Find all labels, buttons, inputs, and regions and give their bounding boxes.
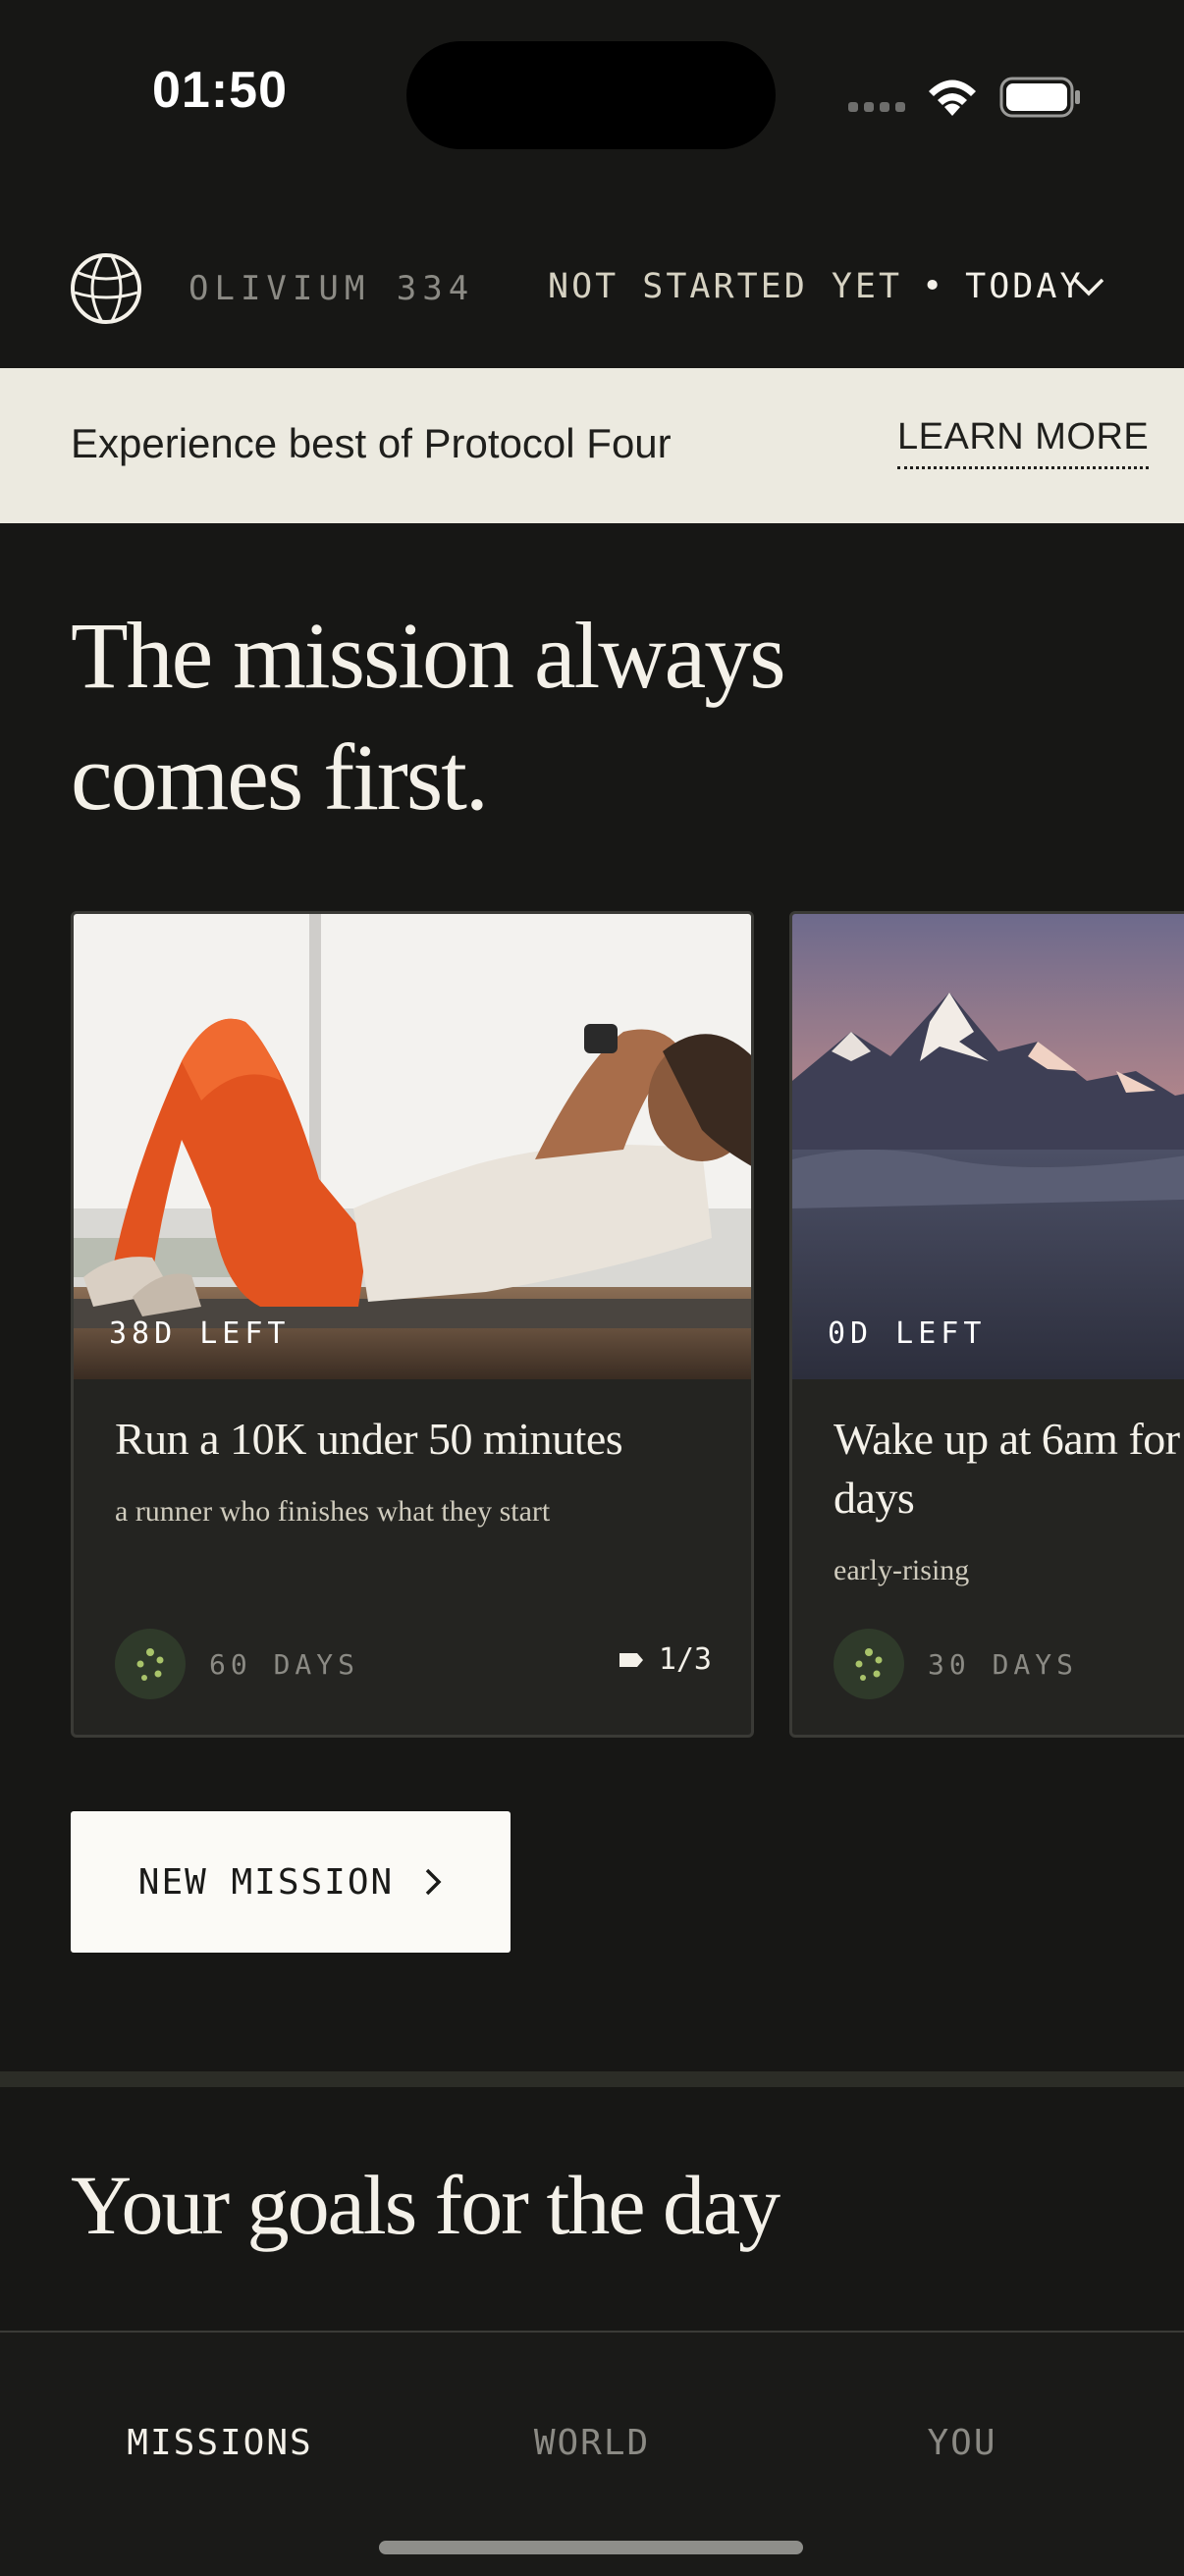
mission-duration: 30 DAYS bbox=[928, 1648, 1079, 1681]
learn-more-link[interactable]: LEARN MORE bbox=[897, 416, 1150, 469]
new-mission-button[interactable]: NEW MISSION bbox=[71, 1811, 511, 1953]
wifi-icon bbox=[925, 75, 980, 122]
cellular-signal-icon bbox=[848, 102, 905, 112]
mission-duration: 60 DAYS bbox=[209, 1648, 360, 1681]
nav-tab-missions[interactable]: MISSIONS bbox=[127, 2423, 312, 2463]
mission-subtitle: a runner who finishes what they start bbox=[115, 1495, 551, 1528]
period-label: TODAY bbox=[965, 267, 1084, 306]
page-headline: The mission always comes first. bbox=[71, 603, 786, 830]
mission-dots-icon bbox=[834, 1629, 904, 1699]
goals-section-title: Your goals for the day bbox=[71, 2158, 780, 2252]
mission-card[interactable]: 0D LEFT Wake up at 6am for 30 days early… bbox=[789, 911, 1184, 1738]
brand-name: OLIVIUM 334 bbox=[188, 269, 475, 308]
nav-tab-you[interactable]: YOU bbox=[927, 2423, 996, 2463]
battery-icon bbox=[999, 77, 1082, 122]
nav-tab-world[interactable]: WORLD bbox=[534, 2423, 650, 2463]
mission-card[interactable]: 38D LEFT Run a 10K under 50 minutes a ru… bbox=[71, 911, 754, 1738]
status-label: NOT STARTED YET bbox=[548, 267, 903, 306]
dynamic-island bbox=[406, 41, 776, 149]
section-divider bbox=[0, 2071, 1184, 2087]
status-separator: • bbox=[922, 267, 946, 306]
tag-icon bbox=[619, 1652, 643, 1667]
mission-status-selector[interactable]: NOT STARTED YET • TODAY bbox=[548, 267, 1084, 306]
home-indicator[interactable] bbox=[379, 2541, 803, 2554]
bottom-nav: MISSIONS WORLD YOU bbox=[0, 2331, 1184, 2576]
mission-title: Run a 10K under 50 minutes bbox=[115, 1414, 623, 1464]
chevron-down-icon[interactable] bbox=[1072, 275, 1105, 302]
new-mission-label: NEW MISSION bbox=[137, 1861, 395, 1903]
days-left-label: 0D LEFT bbox=[828, 1316, 987, 1351]
mission-image-workout bbox=[74, 914, 751, 1379]
status-time: 01:50 bbox=[152, 62, 288, 119]
globe-icon[interactable] bbox=[69, 251, 143, 330]
progress-count: 1/3 bbox=[658, 1642, 712, 1677]
banner-text: Experience best of Protocol Four bbox=[71, 420, 672, 466]
mission-title: Wake up at 6am for 30 days bbox=[834, 1414, 1184, 1523]
mission-progress: 1/3 bbox=[618, 1642, 712, 1677]
days-left-label: 38D LEFT bbox=[109, 1316, 291, 1351]
mission-dots-icon bbox=[115, 1629, 186, 1699]
mission-image-mountains bbox=[792, 914, 1184, 1379]
mission-subtitle: early-rising bbox=[834, 1554, 970, 1586]
chevron-right-icon bbox=[425, 1868, 442, 1896]
